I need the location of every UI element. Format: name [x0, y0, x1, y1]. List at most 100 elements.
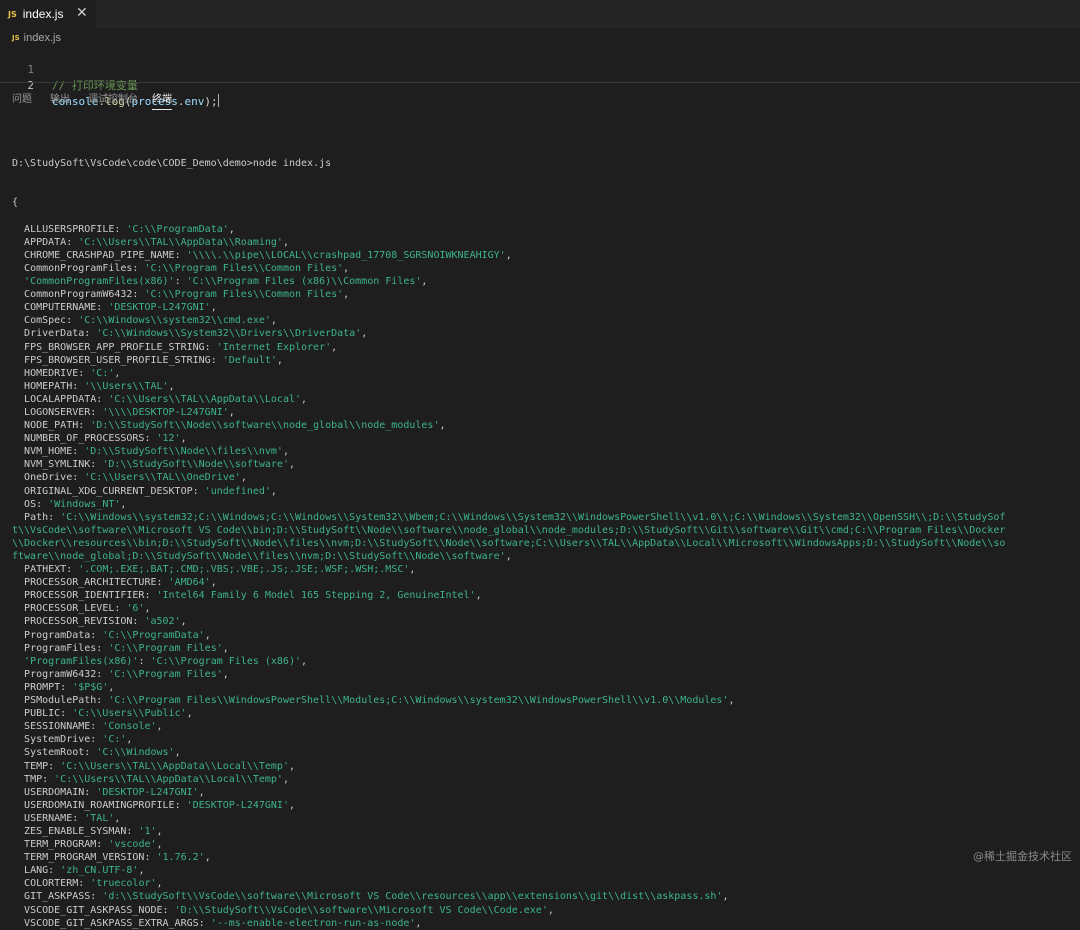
- env-value: 'Windows_NT': [48, 498, 121, 510]
- separator: :: [72, 812, 85, 824]
- env-entry: COMPUTERNAME: 'DESKTOP-L247GNI',: [12, 301, 1076, 314]
- env-key: PROMPT: [24, 681, 61, 693]
- env-value: 'vscode': [108, 839, 157, 851]
- separator: :: [72, 446, 85, 458]
- separator: :: [66, 564, 79, 576]
- breadcrumb-item-index-js[interactable]: index.js: [24, 32, 61, 44]
- env-key: CommonProgramFiles: [24, 262, 133, 274]
- env-entry: PATHEXT: '.COM;.EXE;.BAT;.CMD;.VBS;.VBE;…: [12, 563, 1076, 576]
- tab-output[interactable]: 输出: [50, 90, 70, 105]
- env-entry: TERM_PROGRAM: 'vscode',: [12, 838, 1076, 851]
- terminal-output[interactable]: D:\StudySoft\VsCode\code\CODE_Demo\demo>…: [12, 131, 1076, 930]
- env-key: OneDrive: [24, 472, 73, 484]
- env-key: Path: [24, 511, 49, 523]
- separator: ,: [343, 262, 350, 274]
- separator: :: [90, 459, 103, 471]
- env-value: 'C:\\Program Files (x86)\\Common Files': [186, 276, 422, 288]
- env-value: 'C:\\Users\\TAL\\AppData\\Roaming': [78, 236, 283, 248]
- separator: :: [36, 498, 49, 510]
- env-key: APPDATA: [24, 236, 67, 248]
- env-value: 'AMD64': [168, 577, 211, 589]
- env-entry-continuation: t\\VsCode\\software\\Microsoft VS Code\\…: [12, 524, 1076, 537]
- env-key: NVM_HOME: [24, 446, 73, 458]
- separator: :: [96, 695, 109, 707]
- tab-problems[interactable]: 问题: [12, 90, 32, 105]
- env-value: 'd:\\StudySoft\\VsCode\\software\\Micros…: [102, 891, 723, 903]
- env-entry: PROCESSOR_REVISION: 'a502',: [12, 615, 1076, 628]
- env-value: 'DESKTOP-L247GNI': [186, 799, 289, 811]
- env-value: '1': [138, 825, 157, 837]
- separator: :: [42, 773, 55, 785]
- env-entry: LOGONSERVER: '\\\\DESKTOP-L247GNI',: [12, 406, 1076, 419]
- env-value: 'C:\\Windows\\System32\\Drivers\\DriverD…: [96, 328, 362, 340]
- separator: :: [96, 839, 109, 851]
- separator: ,: [228, 406, 235, 418]
- env-key: NVM_SYMLINK: [24, 459, 91, 471]
- separator: ,: [198, 786, 205, 798]
- env-key: TEMP: [24, 760, 49, 772]
- env-entry: SystemDrive: 'C:',: [12, 733, 1076, 746]
- env-value: 'C:': [102, 734, 127, 746]
- env-key: USERDOMAIN_ROAMINGPROFILE: [24, 799, 175, 811]
- tab-index-js[interactable]: JS index.js ✕: [0, 0, 96, 28]
- env-value: 'truecolor': [90, 878, 157, 890]
- js-file-icon: JS: [8, 9, 17, 19]
- separator: :: [192, 485, 205, 497]
- separator: :: [84, 786, 97, 798]
- env-value: 'TAL': [84, 812, 115, 824]
- env-key: LOGONSERVER: [24, 406, 91, 418]
- env-value: 'DESKTOP-L247GNI': [96, 786, 199, 798]
- separator: ,: [180, 433, 187, 445]
- env-value: 'C:\\Users\\TAL\\AppData\\Local': [108, 393, 301, 405]
- tab-terminal[interactable]: 终端: [152, 90, 172, 110]
- code-line: 1 // 打印环境变量: [0, 46, 1080, 92]
- code-line: 2 console.log(process.env);: [0, 62, 1080, 108]
- env-key: ORIGINAL_XDG_CURRENT_DESKTOP: [24, 485, 193, 497]
- tab-debug-console[interactable]: 调试控制台: [88, 90, 138, 105]
- separator: ,: [728, 695, 735, 707]
- env-value: 'Console': [102, 721, 157, 733]
- env-key: DriverData: [24, 328, 85, 340]
- separator: ,: [722, 891, 729, 903]
- tab-label: index.js: [22, 7, 64, 21]
- separator: ,: [301, 393, 308, 405]
- env-entry: LOCALAPPDATA: 'C:\\Users\\TAL\\AppData\\…: [12, 393, 1076, 406]
- env-value: 'C:\\Program Files': [108, 668, 223, 680]
- env-value: 'DESKTOP-L247GNI': [108, 302, 211, 314]
- close-icon[interactable]: ✕: [76, 5, 88, 21]
- env-entry: VSCODE_GIT_ASKPASS_EXTRA_ARGS: '--ms-ena…: [12, 917, 1076, 930]
- separator: ,: [421, 276, 428, 288]
- env-entry: SystemRoot: 'C:\\Windows',: [12, 746, 1076, 759]
- env-key: PROCESSOR_ARCHITECTURE: [24, 577, 157, 589]
- panel-tab-bar: 问题 输出 调试控制台 终端: [0, 83, 1080, 110]
- env-entry: ProgramW6432: 'C:\\Program Files',: [12, 668, 1076, 681]
- env-entry: 'CommonProgramFiles(x86)': 'C:\\Program …: [12, 275, 1076, 288]
- separator: ,: [204, 852, 211, 864]
- env-value: 'D:\\StudySoft\\VsCode\\software\\Micros…: [174, 904, 548, 916]
- env-key: USERDOMAIN: [24, 786, 85, 798]
- separator: ,: [409, 564, 416, 576]
- env-value: 'D:\\StudySoft\\Node\\files\\nvm': [84, 446, 283, 458]
- code-editor[interactable]: 1 // 打印环境变量 2 console.log(process.env);: [0, 45, 1080, 108]
- separator: :: [156, 577, 169, 589]
- terminal-command: D:\StudySoft\VsCode\code\CODE_Demo\demo>…: [12, 158, 332, 170]
- separator: ,: [228, 223, 235, 235]
- env-value: \\Docker\\resources\\bin;D:\\StudySoft\\…: [12, 537, 1006, 549]
- object-open-brace: {: [12, 197, 19, 209]
